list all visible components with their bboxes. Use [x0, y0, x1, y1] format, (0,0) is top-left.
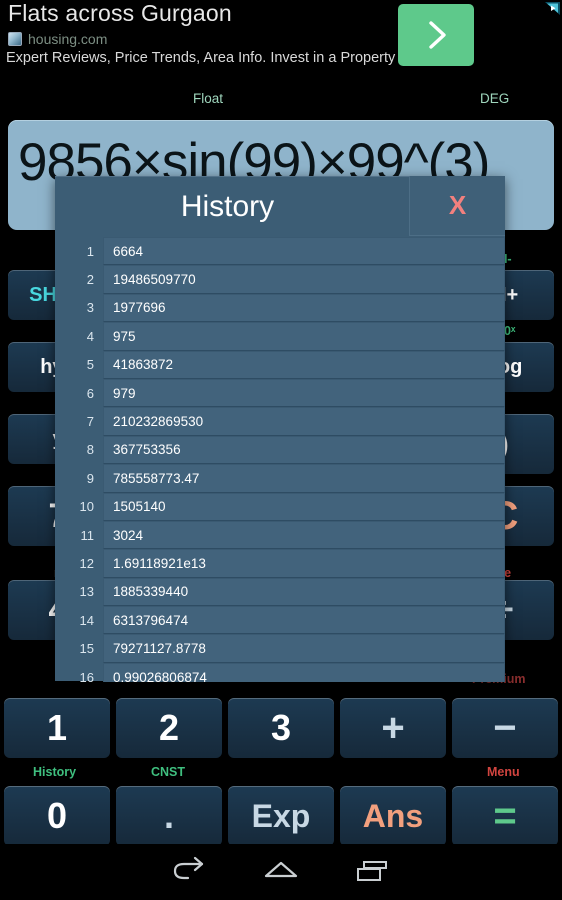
key-dot[interactable]: . [116, 786, 222, 846]
history-row[interactable]: 4 975 [55, 322, 505, 351]
key-one[interactable]: 1 [4, 698, 110, 758]
history-row-index: 4 [86, 328, 94, 344]
history-row-index: 10 [79, 499, 94, 515]
key-zero[interactable]: 0 [4, 786, 110, 846]
history-row-value[interactable]: 3024 [103, 520, 505, 550]
ad-description: Expert Reviews, Price Trends, Area Info.… [6, 50, 442, 66]
history-row[interactable]: 9 785558773.47 [55, 464, 505, 493]
history-row-value[interactable]: 785558773.47 [103, 464, 505, 493]
history-row-index: 7 [86, 414, 94, 430]
key-minus[interactable]: − [452, 698, 558, 758]
back-arrow-icon[interactable] [170, 856, 210, 886]
status-indicator-row: Float DEG [0, 88, 562, 112]
adchoices-icon[interactable] [545, 2, 560, 15]
ad-cta-button[interactable] [398, 4, 474, 66]
history-row[interactable]: 13 1885339440 [55, 577, 505, 607]
close-icon[interactable]: X [409, 176, 505, 236]
history-row-value[interactable]: 1885339440 [103, 577, 505, 607]
history-row[interactable]: 2 19486509770 [55, 265, 505, 294]
history-row[interactable]: 6 979 [55, 378, 505, 408]
history-row-value[interactable]: 6664 [103, 237, 505, 266]
history-row[interactable]: 7 210232869530 [55, 407, 505, 436]
history-row-index: 11 [80, 527, 95, 543]
history-row-index: 16 [79, 669, 94, 682]
history-row-index: 15 [79, 641, 94, 657]
key-two[interactable]: 2 [116, 698, 222, 758]
key-three[interactable]: 3 [228, 698, 334, 758]
history-dialog-titlebar: History X [55, 176, 505, 237]
chevron-right-icon [429, 21, 446, 49]
history-row-value[interactable]: 1505140 [103, 492, 505, 521]
history-row[interactable]: 1 6664 [55, 237, 505, 266]
history-row-value[interactable]: 41863872 [103, 350, 505, 379]
history-row[interactable]: 16 0.99026806874 [55, 662, 505, 682]
history-row-value[interactable]: 210232869530 [103, 407, 505, 436]
history-row-index: 9 [86, 470, 94, 486]
history-row[interactable]: 8 367753356 [55, 435, 505, 465]
site-favicon-icon [8, 32, 22, 46]
history-row-index: 1 [86, 243, 94, 259]
history-row-value[interactable]: 1977696 [103, 293, 505, 323]
history-row-value[interactable]: 6313796474 [103, 606, 505, 635]
sublabel-history: History [33, 765, 77, 779]
history-row-index: 2 [86, 272, 94, 288]
history-row-value[interactable]: 19486509770 [103, 265, 505, 294]
history-dialog-title: History [180, 190, 275, 223]
history-row[interactable]: 3 1977696 [55, 293, 505, 323]
history-row-index: 5 [86, 357, 94, 373]
ad-title: Flats across Gurgaon [8, 0, 232, 26]
status-angle-mode: DEG [480, 91, 510, 106]
key-ans[interactable]: Ans [340, 786, 446, 846]
key-equals[interactable]: = [452, 786, 558, 846]
key-plus[interactable]: + [340, 698, 446, 758]
history-row-value[interactable]: 367753356 [103, 435, 505, 465]
history-row[interactable]: 10 1505140 [55, 492, 505, 521]
home-icon[interactable] [261, 856, 301, 886]
sublabel-cnst: CNST [151, 765, 186, 779]
history-row-index: 12 [79, 555, 94, 571]
android-navbar [0, 844, 562, 900]
history-row[interactable]: 11 3024 [55, 520, 505, 550]
key-exp[interactable]: Exp [228, 786, 334, 846]
history-row-index: 14 [79, 612, 94, 628]
history-dialog: History X 1 6664 2 19486509770 3 1977696 4 975 5… [55, 176, 505, 682]
history-row[interactable]: 14 6313796474 [55, 606, 505, 635]
status-number-format: Float [193, 91, 224, 106]
ad-domain-row: housing.com [8, 31, 107, 47]
history-row-index: 13 [79, 584, 94, 600]
history-row-index: 3 [86, 300, 94, 316]
history-row-value[interactable]: 0.99026806874 [103, 662, 505, 682]
history-list[interactable]: 1 6664 2 19486509770 3 1977696 4 975 5 41863872 6 9… [55, 237, 505, 682]
sublabel-menu: Menu [487, 765, 520, 779]
history-row-index: 8 [86, 442, 94, 458]
history-row[interactable]: 15 79271127.8778 [55, 634, 505, 663]
history-row[interactable]: 5 41863872 [55, 350, 505, 379]
bottom-key-rows: 1 2 3 + − History CNST Menu 0. Exp Ans = [0, 690, 562, 846]
history-row-value[interactable]: 1.69118921e13 [103, 549, 505, 578]
ad-domain: housing.com [28, 31, 108, 47]
history-row[interactable]: 12 1.69118921e13 [55, 549, 505, 578]
history-row-value[interactable]: 79271127.8778 [103, 634, 505, 663]
history-row-value[interactable]: 979 [103, 378, 505, 408]
history-row-index: 6 [86, 385, 94, 401]
history-row-value[interactable]: 975 [103, 322, 505, 351]
ad-banner[interactable]: Flats across Gurgaon housing.com Expert … [0, 0, 562, 80]
recent-apps-icon[interactable] [352, 856, 392, 886]
